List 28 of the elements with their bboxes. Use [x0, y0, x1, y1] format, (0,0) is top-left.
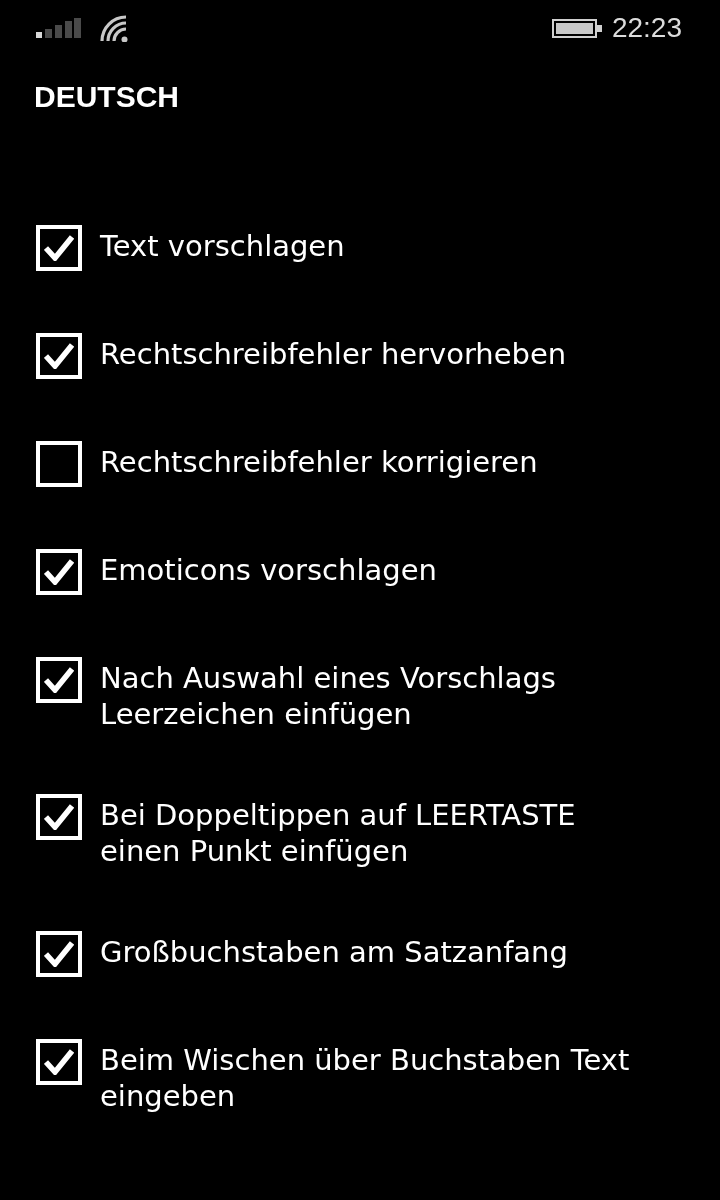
- page-title: DEUTSCH: [34, 79, 179, 115]
- checkbox-label[interactable]: Rechtschreibfehler hervorheben: [100, 336, 567, 372]
- check-icon: [44, 343, 74, 369]
- signal-strength-icon: [36, 18, 81, 38]
- checkbox[interactable]: [36, 225, 82, 271]
- checkbox[interactable]: [36, 441, 82, 487]
- wifi-icon: [99, 14, 129, 42]
- checkbox-label[interactable]: Rechtschreibfehler korrigieren: [100, 444, 538, 480]
- check-icon: [44, 235, 74, 261]
- checkbox-label[interactable]: Beim Wischen über Buchstaben Text eingeben: [100, 1042, 630, 1114]
- clock-time: 22:23: [611, 12, 682, 44]
- checkbox-label[interactable]: Bei Doppeltippen auf LEERTASTE einen Punkt einfügen: [100, 797, 576, 869]
- checkbox-label[interactable]: Text vorschlagen: [100, 228, 345, 264]
- check-icon: [44, 667, 74, 693]
- checkbox-label[interactable]: Nach Auswahl eines Vorschlags Leerzeichen einfügen: [100, 660, 556, 732]
- battery-icon: [551, 18, 602, 38]
- checkbox-label[interactable]: Emoticons vorschlagen: [100, 552, 437, 588]
- check-icon: [44, 804, 74, 830]
- checkbox-label[interactable]: Großbuchstaben am Satzanfang: [100, 934, 568, 970]
- checkbox[interactable]: [36, 931, 82, 977]
- check-icon: [44, 1049, 74, 1075]
- checkbox[interactable]: [36, 549, 82, 595]
- checkbox[interactable]: [36, 333, 82, 379]
- checkbox[interactable]: [36, 657, 82, 703]
- checkbox[interactable]: [36, 794, 82, 840]
- check-icon: [44, 559, 74, 585]
- checkbox[interactable]: [36, 1039, 82, 1085]
- check-icon: [44, 941, 74, 967]
